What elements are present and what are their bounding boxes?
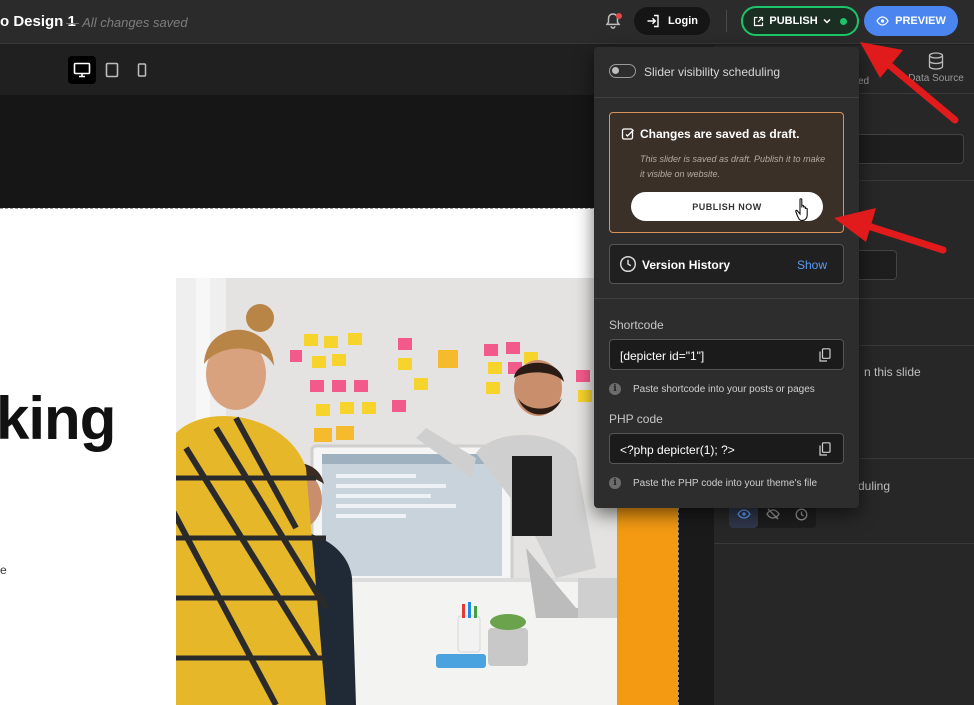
tablet-icon[interactable]	[98, 56, 126, 84]
hand-cursor-icon	[795, 198, 808, 222]
slide-heading[interactable]: king	[0, 384, 116, 453]
save-status: — All changes saved	[66, 15, 188, 30]
external-link-icon	[754, 16, 764, 26]
php-code-hint: i Paste the PHP code into your theme's f…	[609, 477, 817, 489]
draft-title: Changes are saved as draft.	[640, 127, 800, 141]
preview-button[interactable]: PREVIEW	[864, 6, 958, 36]
desktop-icon[interactable]	[68, 56, 96, 84]
version-history-show-link[interactable]: Show	[797, 258, 827, 272]
shortcode-label: Shortcode	[609, 318, 664, 332]
panel-input[interactable]	[850, 134, 964, 164]
notification-dot	[616, 13, 622, 19]
php-code-field[interactable]: <?php depicter(1); ?>	[609, 433, 844, 464]
version-history-label: Version History	[642, 258, 731, 272]
toolbar-divider	[726, 10, 727, 32]
panel-divider	[714, 543, 974, 544]
shortcode-hint: i Paste shortcode into your posts or pag…	[609, 383, 815, 395]
history-clock-icon	[619, 255, 637, 273]
publish-button[interactable]: PUBLISH	[741, 6, 859, 36]
orange-shape[interactable]	[617, 498, 678, 705]
database-icon	[928, 52, 944, 70]
panel-tab-data-source[interactable]: Data Source	[906, 52, 966, 84]
notification-bell-icon[interactable]	[603, 11, 623, 31]
slide-text[interactable]: e	[0, 563, 7, 577]
panel-tab-partial[interactable]: ed	[858, 76, 869, 87]
shortcode-value: [depicter id="1"]	[620, 349, 705, 363]
copy-icon[interactable]	[819, 442, 831, 456]
preview-label: PREVIEW	[895, 15, 946, 27]
panel-text: n this slide	[864, 365, 921, 379]
data-source-label: Data Source	[908, 73, 964, 84]
info-icon: i	[609, 383, 621, 395]
php-code-hint-text: Paste the PHP code into your theme's fil…	[633, 477, 818, 489]
shortcode-hint-text: Paste shortcode into your posts or pages	[633, 383, 815, 395]
publish-status-dot	[839, 17, 847, 25]
draft-description: This slider is saved as draft. Publish i…	[640, 154, 826, 179]
php-code-value: <?php depicter(1); ?>	[620, 443, 735, 457]
chevron-down-icon	[823, 18, 831, 24]
login-icon	[647, 14, 659, 28]
scheduling-label: Slider visibility scheduling	[644, 65, 781, 79]
scheduling-toggle[interactable]	[609, 64, 636, 78]
project-title[interactable]: o Design 1	[0, 13, 76, 30]
slide-photo[interactable]	[176, 278, 617, 705]
mobile-icon[interactable]	[128, 56, 156, 84]
draft-edit-icon	[621, 128, 634, 140]
info-icon: i	[609, 477, 621, 489]
toggle-knob	[612, 67, 619, 74]
login-button[interactable]: Login	[634, 7, 710, 35]
php-code-label: PHP code	[609, 412, 663, 426]
copy-icon[interactable]	[819, 348, 831, 362]
login-label: Login	[668, 15, 698, 27]
shortcode-field[interactable]: [depicter id="1"]	[609, 339, 844, 370]
dropdown-divider	[594, 298, 859, 299]
panel-text: duling	[858, 479, 891, 493]
publish-label: PUBLISH	[769, 15, 818, 27]
dropdown-divider	[594, 97, 859, 98]
eye-icon	[876, 16, 889, 26]
